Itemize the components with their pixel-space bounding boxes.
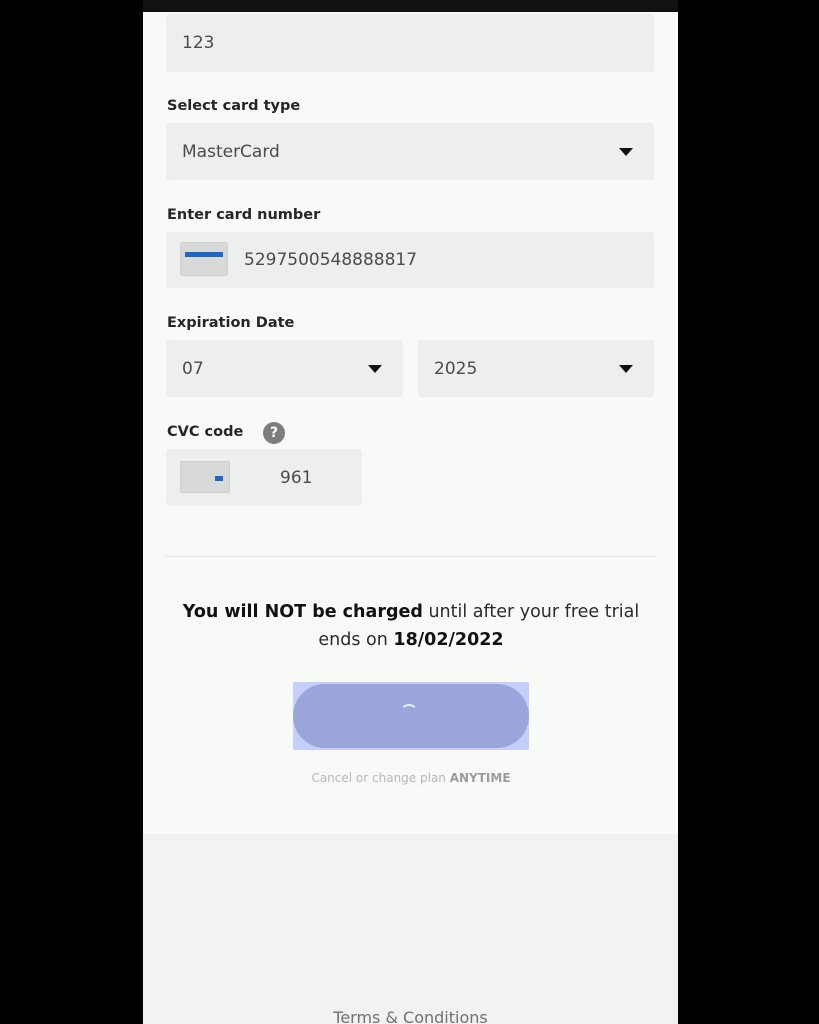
- footer: Terms & Conditions: [143, 834, 678, 1024]
- cvc-input[interactable]: 961: [166, 449, 362, 506]
- cancel-note: Cancel or change plan ANYTIME: [165, 771, 657, 785]
- status-bar: [143, 0, 678, 12]
- card-number-input[interactable]: 5297500548888817: [166, 232, 654, 288]
- credit-card-icon: [180, 242, 228, 276]
- billing-field-top-value: 123: [182, 33, 215, 53]
- divider: [165, 556, 657, 557]
- card-type-select[interactable]: MasterCard: [166, 123, 654, 180]
- expiration-year-select[interactable]: 2025: [418, 340, 654, 397]
- cancel-note-bold: ANYTIME: [449, 771, 511, 785]
- card-type-value: MasterCard: [182, 141, 280, 162]
- terms-link[interactable]: Terms & Conditions: [143, 1008, 678, 1024]
- cvc-value: 961: [280, 467, 313, 488]
- chevron-down-icon: [368, 364, 382, 373]
- card-number-label: Enter card number: [167, 207, 321, 223]
- chevron-down-icon: [619, 364, 633, 373]
- expiration-label: Expiration Date: [167, 315, 295, 331]
- expiration-month-select[interactable]: 07: [166, 340, 403, 397]
- help-icon[interactable]: ?: [263, 422, 285, 444]
- billing-field-top[interactable]: 123: [166, 14, 654, 72]
- chevron-down-icon: [619, 147, 633, 156]
- checkout-screen: 123 Select card type MasterCard Enter ca…: [143, 0, 678, 1024]
- cancel-note-text: Cancel or change plan: [311, 771, 450, 785]
- trial-end-date: 18/02/2022: [393, 630, 504, 650]
- card-number-value: 5297500548888817: [244, 250, 418, 270]
- cvc-card-icon: [180, 461, 230, 493]
- loading-spinner-icon: [400, 704, 418, 722]
- expiration-month-value: 07: [182, 358, 204, 379]
- expiration-year-value: 2025: [434, 358, 478, 379]
- submit-button-highlight: [293, 682, 529, 750]
- cvc-label: CVC code: [167, 424, 244, 440]
- card-type-label: Select card type: [167, 98, 301, 114]
- submit-button[interactable]: [293, 684, 529, 748]
- trial-notice-bold: You will NOT be charged: [182, 602, 423, 622]
- trial-notice: You will NOT be charged until after your…: [165, 598, 657, 654]
